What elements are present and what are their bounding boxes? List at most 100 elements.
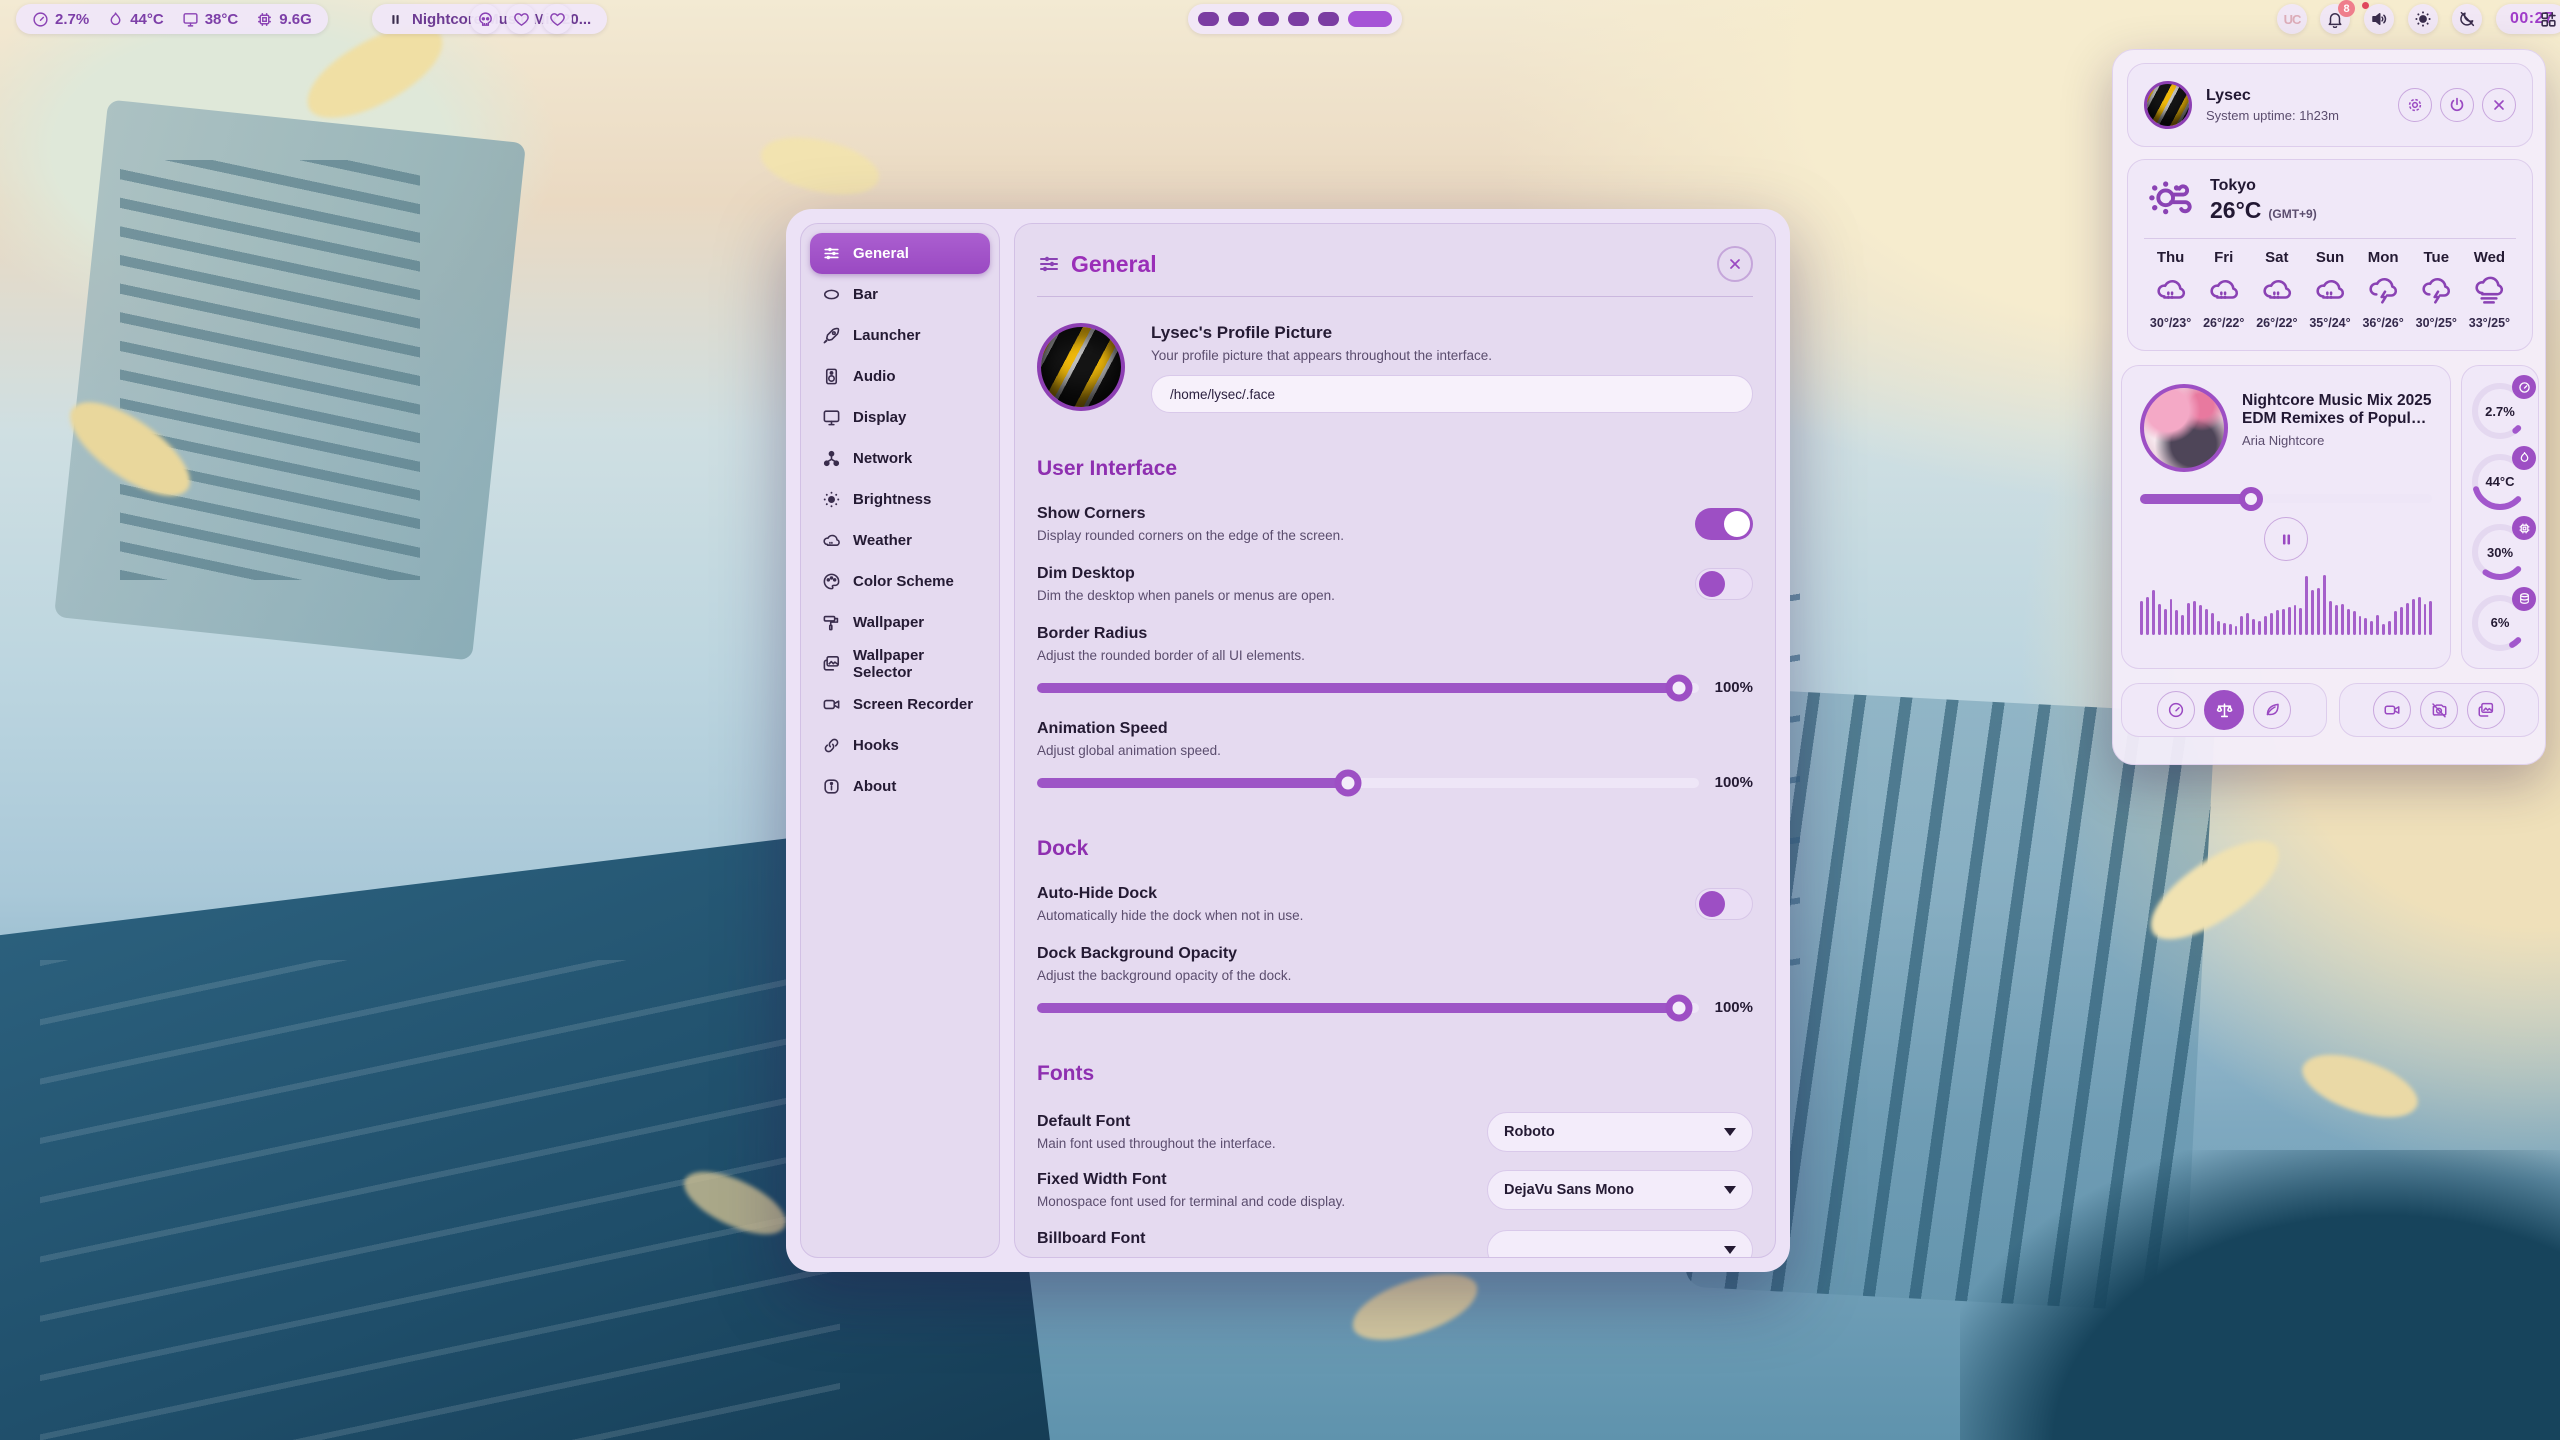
section-title-fonts: Fonts [1037, 1062, 1753, 1086]
setting-label: Default Font [1037, 1113, 1487, 1131]
rain-cloud-icon [2261, 275, 2293, 307]
border-radius-slider[interactable] [1037, 683, 1699, 693]
special-workspace-skull-button[interactable] [470, 4, 500, 34]
favorites-button[interactable] [506, 4, 536, 34]
weather-city: Tokyo [2210, 177, 2317, 195]
profile-path-input[interactable]: /home/lysec/.face [1151, 375, 1753, 413]
sidebar-item-hooks[interactable]: Hooks [810, 725, 990, 766]
volume-alert-dot [2362, 2, 2369, 9]
images-icon [822, 654, 841, 673]
slider-knob[interactable] [1665, 674, 1692, 701]
workspace-indicator[interactable] [1188, 4, 1402, 34]
volume-button[interactable] [2364, 4, 2394, 34]
sidebar-item-about[interactable]: About [810, 766, 990, 807]
disk-icon [2518, 592, 2531, 605]
storm-cloud-icon [2420, 275, 2452, 307]
sidebar-item-bar[interactable]: Bar [810, 274, 990, 315]
billboard-font-dropdown[interactable] [1487, 1230, 1753, 1258]
close-icon [1727, 256, 1743, 272]
sidebar-item-weather[interactable]: Weather [810, 520, 990, 561]
dim-desktop-toggle[interactable] [1695, 568, 1753, 600]
tray-app-button[interactable]: UC [2277, 4, 2307, 34]
screenshot-off-button[interactable] [2420, 691, 2458, 729]
power-saver-profile-button[interactable] [2253, 691, 2291, 729]
power-profile-card [2121, 683, 2327, 737]
auto-hide-dock-toggle[interactable] [1695, 888, 1753, 920]
gauge-icon [32, 11, 49, 28]
sidebar-item-display[interactable]: Display [810, 397, 990, 438]
forecast-day: Mon 36°/26° [2357, 249, 2410, 330]
animation-speed-slider[interactable] [1037, 778, 1699, 788]
gpu-temp-stat: 38°C [182, 11, 239, 28]
setting-description: Adjust the rounded border of all UI elem… [1037, 648, 1753, 663]
system-stats-pill[interactable]: 2.7% 44°C 38°C 9.6G [16, 4, 328, 34]
info-icon [822, 777, 841, 796]
sidebar-item-brightness[interactable]: Brightness [810, 479, 990, 520]
power-button[interactable] [2440, 88, 2474, 122]
sun-icon [2414, 10, 2432, 28]
camera-slash-icon [2430, 701, 2448, 719]
dock-opacity-slider[interactable] [1037, 1003, 1699, 1013]
images-icon [2477, 701, 2495, 719]
cpu-usage-stat: 2.7% [32, 11, 89, 28]
pause-icon [388, 12, 403, 27]
memory-stat: 9.6G [256, 11, 312, 28]
notification-badge: 8 [2338, 0, 2355, 17]
sidebar-item-screen-recorder[interactable]: Screen Recorder [810, 684, 990, 725]
setting-label: Dim Desktop [1037, 565, 1695, 583]
workspace-dot[interactable] [1318, 12, 1339, 26]
sidebar-item-wallpaper-selector[interactable]: Wallpaper Selector [810, 643, 990, 684]
sidebar-item-wallpaper[interactable]: Wallpaper [810, 602, 990, 643]
balanced-profile-button[interactable] [2204, 690, 2244, 730]
slider-knob[interactable] [1665, 994, 1692, 1021]
rain-cloud-icon [2314, 275, 2346, 307]
night-light-button[interactable] [2452, 4, 2482, 34]
workspace-dot[interactable] [1288, 12, 1309, 26]
slider-knob[interactable] [1334, 769, 1361, 796]
close-button[interactable] [1717, 246, 1753, 282]
sidebar-item-audio[interactable]: Audio [810, 356, 990, 397]
memory-gauge: 30% [2468, 520, 2532, 584]
network-icon [822, 449, 841, 468]
fixed-width-font-dropdown[interactable]: DejaVu Sans Mono [1487, 1170, 1753, 1210]
workspace-dot[interactable] [1228, 12, 1249, 26]
close-panel-button[interactable] [2482, 88, 2516, 122]
heart-icon [513, 11, 530, 28]
workspace-dot[interactable] [1258, 12, 1279, 26]
settings-button[interactable] [2398, 88, 2432, 122]
workspace-dot-active[interactable] [1348, 11, 1392, 27]
sidebar-item-general[interactable]: General [810, 233, 990, 274]
slider-knob[interactable] [2239, 487, 2263, 511]
show-corners-toggle[interactable] [1695, 508, 1753, 540]
forecast-day: Tue 30°/25° [2410, 249, 2463, 330]
gear-icon [2406, 96, 2424, 114]
power-icon [2448, 96, 2466, 114]
track-progress-slider[interactable] [2140, 494, 2432, 503]
moon-slash-icon [2458, 10, 2476, 28]
screen-record-button[interactable] [2373, 691, 2411, 729]
setting-label: Billboard Font [1037, 1230, 1487, 1248]
sidebar-item-launcher[interactable]: Launcher [810, 315, 990, 356]
settings-window: General Bar Launcher Audio Display Netwo… [786, 209, 1790, 1272]
performance-profile-button[interactable] [2157, 691, 2195, 729]
likes-button[interactable] [542, 4, 572, 34]
workspace-dot[interactable] [1198, 12, 1219, 26]
apps-overview-button[interactable] [2533, 4, 2560, 34]
setting-description: Adjust global animation speed. [1037, 743, 1753, 758]
cloud-icon [822, 531, 841, 550]
wallpaper-picker-button[interactable] [2467, 691, 2505, 729]
brightness-button[interactable] [2408, 4, 2438, 34]
notifications-button[interactable]: 8 [2320, 4, 2350, 34]
sidebar-item-color-scheme[interactable]: Color Scheme [810, 561, 990, 602]
section-title-dock: Dock [1037, 837, 1753, 861]
default-font-dropdown[interactable]: Roboto [1487, 1112, 1753, 1152]
top-bar: 2.7% 44°C 38°C 9.6G Nightcore Music Mix … [0, 0, 2560, 38]
pause-button[interactable] [2264, 517, 2308, 561]
profile-avatar[interactable] [1037, 323, 1125, 411]
forecast-day: Sat 26°/22° [2250, 249, 2303, 330]
sidebar-item-network[interactable]: Network [810, 438, 990, 479]
fog-cloud-icon [2473, 275, 2505, 307]
settings-sidebar: General Bar Launcher Audio Display Netwo… [800, 223, 1000, 1258]
flame-icon [2518, 451, 2531, 464]
slider-value: 100% [1715, 679, 1753, 696]
